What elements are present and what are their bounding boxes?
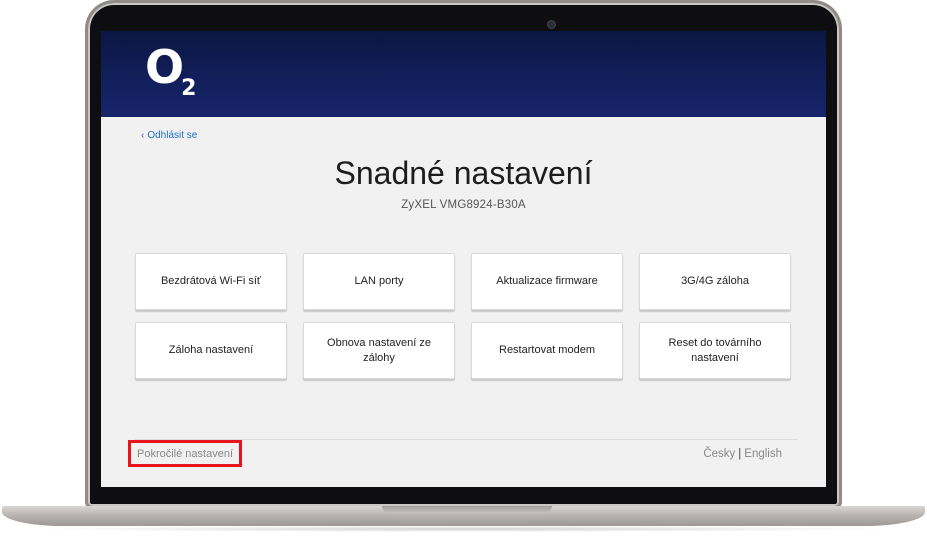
lang-english-link[interactable]: English — [744, 448, 782, 460]
settings-tile-grid: Bezdrátová Wi-Fi síť LAN porty Aktualiza… — [135, 253, 792, 379]
tile-factory-reset[interactable]: Reset do továrního nastavení — [639, 322, 791, 379]
logo-letter: O — [145, 40, 184, 94]
page-title: Snadné nastavení — [334, 155, 593, 191]
o2-logo: O2 — [145, 39, 198, 101]
chevron-left-icon: ‹ — [141, 130, 145, 141]
lang-separator: | — [738, 448, 742, 460]
tile-wifi[interactable]: Bezdrátová Wi-Fi síť — [135, 253, 287, 310]
tile-3g4g-backup[interactable]: 3G/4G záloha — [639, 253, 791, 310]
tile-restore-from-backup[interactable]: Obnova nastavení ze zálohy — [303, 322, 455, 379]
tile-restart-modem[interactable]: Restartovat modem — [471, 322, 623, 379]
language-switcher: Česky | English — [703, 448, 782, 460]
advanced-settings-link[interactable]: Pokročilé nastavení — [128, 440, 242, 467]
camera-icon — [548, 21, 555, 28]
router-admin-screen: O2 ‹ Odhlásit se Snadné nastavení ZyXEL V… — [101, 31, 826, 487]
device-model: ZyXEL VMG8924-B30A — [401, 199, 526, 211]
logout-link[interactable]: ‹ Odhlásit se — [141, 130, 197, 141]
logout-label: Odhlásit se — [147, 130, 198, 141]
tile-lan-ports[interactable]: LAN porty — [303, 253, 455, 310]
tile-settings-backup[interactable]: Záloha nastavení — [135, 322, 287, 379]
laptop-base-notch — [382, 506, 552, 513]
header-band: O2 — [101, 31, 826, 117]
laptop-shadow — [30, 526, 897, 532]
tile-firmware-update[interactable]: Aktualizace firmware — [471, 253, 623, 310]
laptop-base — [2, 506, 925, 526]
lang-czech-link[interactable]: Česky — [703, 448, 735, 460]
logo-subscript: 2 — [181, 76, 197, 101]
